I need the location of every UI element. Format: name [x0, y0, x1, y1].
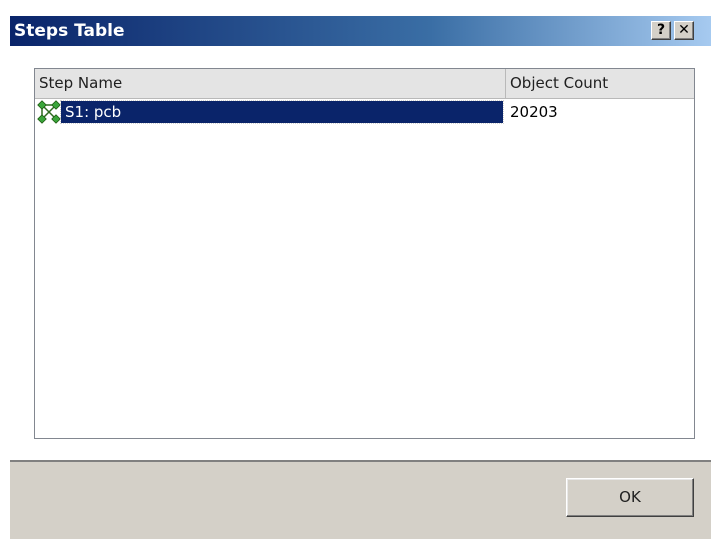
dialog-client-area: Step Name Object Count S1: pcb 20203 [10, 46, 711, 460]
steps-list[interactable]: Step Name Object Count S1: pcb 20203 [34, 68, 695, 439]
column-header-step-name[interactable]: Step Name [35, 69, 506, 98]
steps-table-dialog: Steps Table ? ✕ Step Name Object Count S… [10, 16, 711, 539]
window-title: Steps Table [14, 21, 125, 41]
help-button[interactable]: ? [651, 21, 671, 40]
close-button[interactable]: ✕ [674, 21, 694, 40]
step-network-icon [37, 100, 61, 124]
list-header: Step Name Object Count [35, 69, 694, 99]
column-header-object-count[interactable]: Object Count [506, 69, 694, 98]
step-name-cell[interactable]: S1: pcb [60, 100, 504, 124]
table-row[interactable]: S1: pcb 20203 [35, 99, 694, 125]
dialog-footer: OK [10, 460, 711, 539]
object-count-cell: 20203 [510, 103, 558, 121]
title-bar[interactable]: Steps Table ? ✕ [10, 16, 711, 46]
ok-button[interactable]: OK [566, 478, 694, 517]
